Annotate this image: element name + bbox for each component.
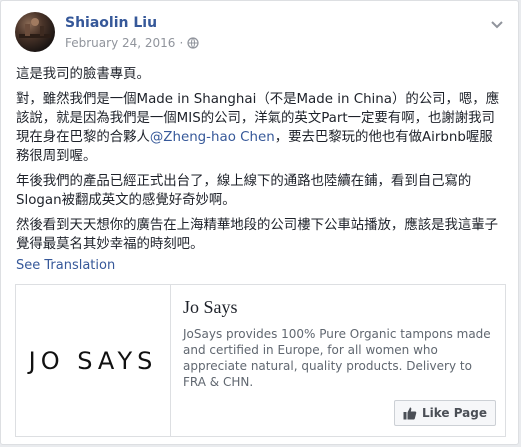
attachment-logo[interactable]: JO SAYS <box>16 285 171 436</box>
attachment-title[interactable]: Jo Says <box>183 297 493 318</box>
globe-icon[interactable] <box>187 37 199 49</box>
post-paragraph: 對，雖然我們是一個Made in Shanghai（不是Made in Chin… <box>16 92 500 164</box>
logo-text: JO SAYS <box>28 346 158 375</box>
meta-separator: · <box>179 36 184 50</box>
like-page-button[interactable]: Like Page <box>393 400 496 426</box>
avatar[interactable] <box>15 12 55 52</box>
post-date[interactable]: February 24, 2016 <box>65 36 175 50</box>
author-name[interactable]: Shiaolin Liu <box>65 15 157 31</box>
post-text: 這是我司的臉書專頁。 對，雖然我們是一個Made in Shanghai（不是M… <box>16 65 506 260</box>
thumbs-up-icon <box>403 407 417 420</box>
see-translation-link[interactable]: See Translation <box>16 258 115 273</box>
attachment-description: JoSays provides 100% Pure Organic tampon… <box>183 327 491 389</box>
page-attachment[interactable]: JO SAYS Jo Says JoSays provides 100% Pur… <box>15 284 506 437</box>
post-paragraph: 年後我們的產品已經正式出台了，線上線下的通路也陸續在鋪，看到自己寫的Slogan… <box>16 174 472 208</box>
post-paragraph: 然後看到天天想你的廣告在上海精華地段的公司樓下公車站播放，應該是我這輩子覺得最莫… <box>16 218 499 252</box>
attachment-body: Jo Says JoSays provides 100% Pure Organi… <box>171 285 505 436</box>
post-paragraph: 這是我司的臉書專頁。 <box>16 67 150 82</box>
post-card: Shiaolin Liu February 24, 2016 · 這是我司的臉書… <box>0 0 519 445</box>
post-meta: February 24, 2016 · <box>65 36 199 50</box>
mention-link[interactable]: @Zheng-hao Chen <box>150 130 275 145</box>
chevron-down-icon[interactable] <box>489 16 505 32</box>
like-page-label: Like Page <box>421 406 487 420</box>
post-header: Shiaolin Liu February 24, 2016 · <box>15 12 505 56</box>
